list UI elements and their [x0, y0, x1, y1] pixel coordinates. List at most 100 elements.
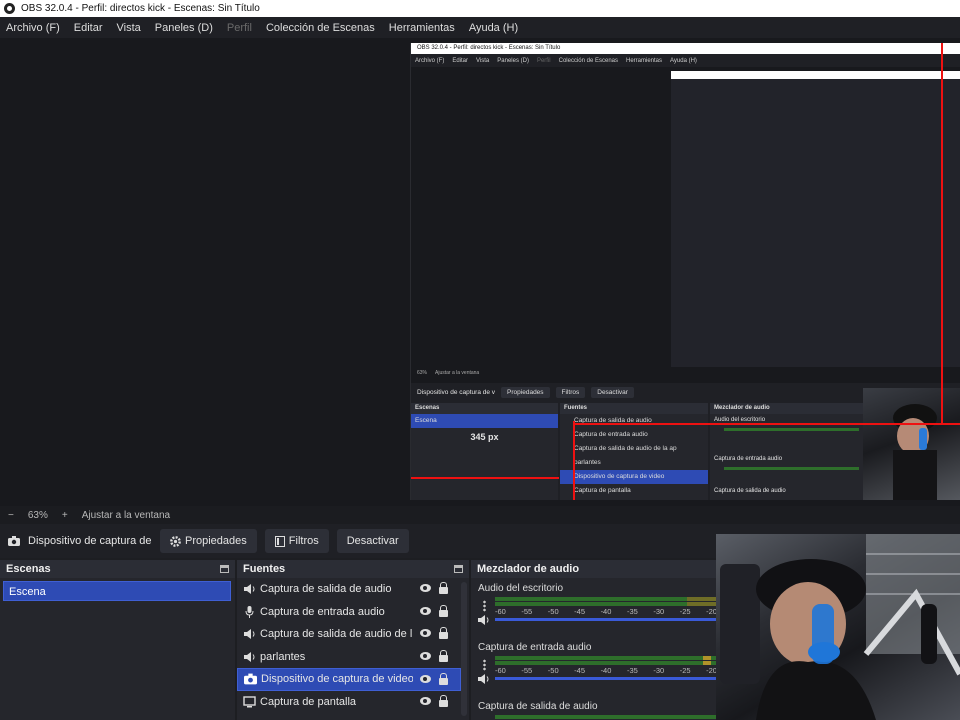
level-meter	[495, 661, 717, 665]
volume-slider[interactable]	[495, 677, 717, 680]
window-title: OBS 32.0.4 - Perfil: directos kick - Esc…	[21, 3, 260, 14]
source-row[interactable]: Captura de salida de audio de la ap	[237, 623, 469, 646]
source-row[interactable]: Captura de entrada audio	[237, 601, 469, 624]
popout-icon[interactable]	[454, 565, 463, 573]
webcam-image	[716, 534, 960, 720]
visibility-eye-icon[interactable]	[420, 675, 431, 683]
filters-button[interactable]: Filtros	[264, 529, 329, 553]
menu-perfil: Perfil	[226, 21, 252, 34]
nested-menu-item: Vista	[476, 57, 490, 64]
lock-icon[interactable]	[439, 604, 448, 617]
nested-source-row: Captura de salida de audio	[574, 417, 652, 424]
volume-icon[interactable]	[478, 674, 490, 684]
source-label: Captura de salida de audio	[260, 583, 392, 596]
sources-scrollbar[interactable]	[461, 582, 467, 716]
sources-header: Fuentes	[237, 560, 469, 578]
nested-menu-item: Paneles (D)	[497, 57, 529, 64]
nested-obs-capture: OBS 32.0.4 - Perfil: directos kick - Esc…	[410, 43, 960, 500]
nested-props-button: Propiedades	[501, 386, 550, 398]
zoom-value: 63%	[27, 509, 48, 521]
source-label: Captura de salida de audio de la ap	[260, 628, 412, 641]
nested-source-row: Captura de pantalla	[574, 487, 631, 494]
obs-logo-icon	[4, 3, 15, 14]
source-label: Dispositivo de captura de video	[261, 673, 413, 686]
visibility-eye-icon[interactable]	[420, 629, 431, 637]
menu-paneles[interactable]: Paneles (D)	[155, 22, 213, 34]
visibility-eye-icon[interactable]	[420, 651, 431, 660]
properties-button[interactable]: Propiedades	[160, 529, 257, 553]
lock-icon[interactable]	[439, 649, 448, 662]
nested-sources-dock: Fuentes Captura de salida de audio Captu…	[560, 403, 708, 500]
fit-window-button[interactable]: Ajustar a la ventana	[82, 510, 170, 521]
nested-mixer-ch: Captura de salida de audio	[714, 488, 786, 494]
selected-source-name: Dispositivo de captura de v	[28, 535, 152, 547]
visibility-eye-icon[interactable]	[420, 606, 431, 615]
filters-label: Filtros	[288, 535, 319, 547]
menu-archivo[interactable]: Archivo (F)	[6, 22, 60, 34]
popout-icon[interactable]	[220, 565, 229, 573]
title-bar: OBS 32.0.4 - Perfil: directos kick - Esc…	[0, 0, 960, 17]
nested-menu-item: Archivo (F)	[415, 57, 445, 64]
preview-canvas[interactable]: OBS 32.0.4 - Perfil: directos kick - Esc…	[0, 38, 960, 506]
guide-line	[411, 477, 559, 479]
scenes-title: Escenas	[6, 563, 51, 575]
properties-label: Propiedades	[185, 535, 247, 547]
zoom-out-button[interactable]: −	[8, 510, 14, 521]
lock-icon[interactable]	[439, 694, 448, 707]
guide-line	[941, 43, 943, 425]
zoom-bar: − 63% + Ajustar a la ventana	[0, 506, 960, 524]
nested-nested-capture	[671, 71, 960, 367]
menu-bar: Archivo (F) Editar Vista Paneles (D) Per…	[0, 17, 960, 38]
lock-icon[interactable]	[439, 627, 448, 639]
nested-meter	[724, 467, 859, 470]
nested-scenes-dock: Escenas Escena 345 px	[411, 403, 558, 500]
deactivate-button[interactable]: Desactivar	[336, 529, 409, 553]
source-row[interactable]: Captura de pantalla	[237, 691, 469, 714]
menu-editar[interactable]: Editar	[74, 22, 103, 34]
visibility-eye-icon[interactable]	[420, 584, 431, 592]
source-row-selected[interactable]: Dispositivo de captura de video	[237, 668, 461, 691]
meter-ticks: -60 -55 -50 -45 -40 -35 -30 -25 -20	[495, 607, 717, 616]
nested-menu-item: Colección de Escenas	[558, 57, 618, 64]
nested-title: OBS 32.0.4 - Perfil: directos kick - Esc…	[411, 43, 960, 54]
camera-icon	[244, 673, 257, 685]
source-row[interactable]: parlantes	[237, 646, 469, 669]
nested-menu-item: Editar	[452, 57, 469, 64]
volume-slider[interactable]	[495, 618, 717, 621]
nested-source-row: Captura de entrada audio	[574, 431, 648, 438]
nested-source-name: Dispositivo de captura de v	[417, 388, 496, 396]
nested-filters-button: Filtros	[555, 386, 586, 398]
volume-icon[interactable]	[478, 615, 490, 625]
nested-deactivate-button: Desactivar	[591, 386, 634, 398]
source-row[interactable]: Captura de salida de audio	[237, 578, 469, 601]
sources-dock: Fuentes Captura de salida de audio Captu…	[237, 560, 469, 720]
scenes-header: Escenas	[0, 560, 235, 578]
zoom-in-button[interactable]: +	[62, 510, 68, 521]
nested-scenes-title: Escenas	[411, 403, 558, 414]
nested-meter	[724, 428, 859, 431]
nested-zoom: 63% Ajustar a la ventana	[411, 367, 479, 379]
channel-menu-icon[interactable]	[483, 600, 486, 612]
nested-zoom-value: 63%	[417, 370, 428, 376]
level-meter	[495, 656, 717, 660]
menu-herramientas[interactable]: Herramientas	[389, 22, 455, 34]
nested-mixer-title: Mezclador de audio	[710, 403, 863, 414]
nested-source-row: Dispositivo de captura de video	[560, 470, 708, 484]
monitor-icon	[243, 696, 256, 708]
visibility-eye-icon[interactable]	[420, 696, 431, 705]
level-meter	[495, 602, 717, 606]
level-meter	[495, 597, 717, 601]
nested-webcam-image	[863, 388, 960, 500]
menu-coleccion-escenas[interactable]: Colección de Escenas	[266, 22, 375, 34]
speaker-icon	[244, 584, 255, 595]
menu-ayuda[interactable]: Ayuda (H)	[469, 22, 518, 34]
lock-icon[interactable]	[439, 673, 448, 685]
nested-sources-title: Fuentes	[560, 403, 708, 414]
speaker-icon	[244, 629, 255, 640]
lock-icon[interactable]	[439, 582, 448, 594]
nested-preview	[411, 67, 960, 385]
scene-item[interactable]: Escena	[3, 581, 231, 601]
nested-menu-item: Ayuda (H)	[670, 57, 697, 64]
menu-vista[interactable]: Vista	[117, 22, 141, 34]
channel-menu-icon[interactable]	[483, 659, 486, 671]
